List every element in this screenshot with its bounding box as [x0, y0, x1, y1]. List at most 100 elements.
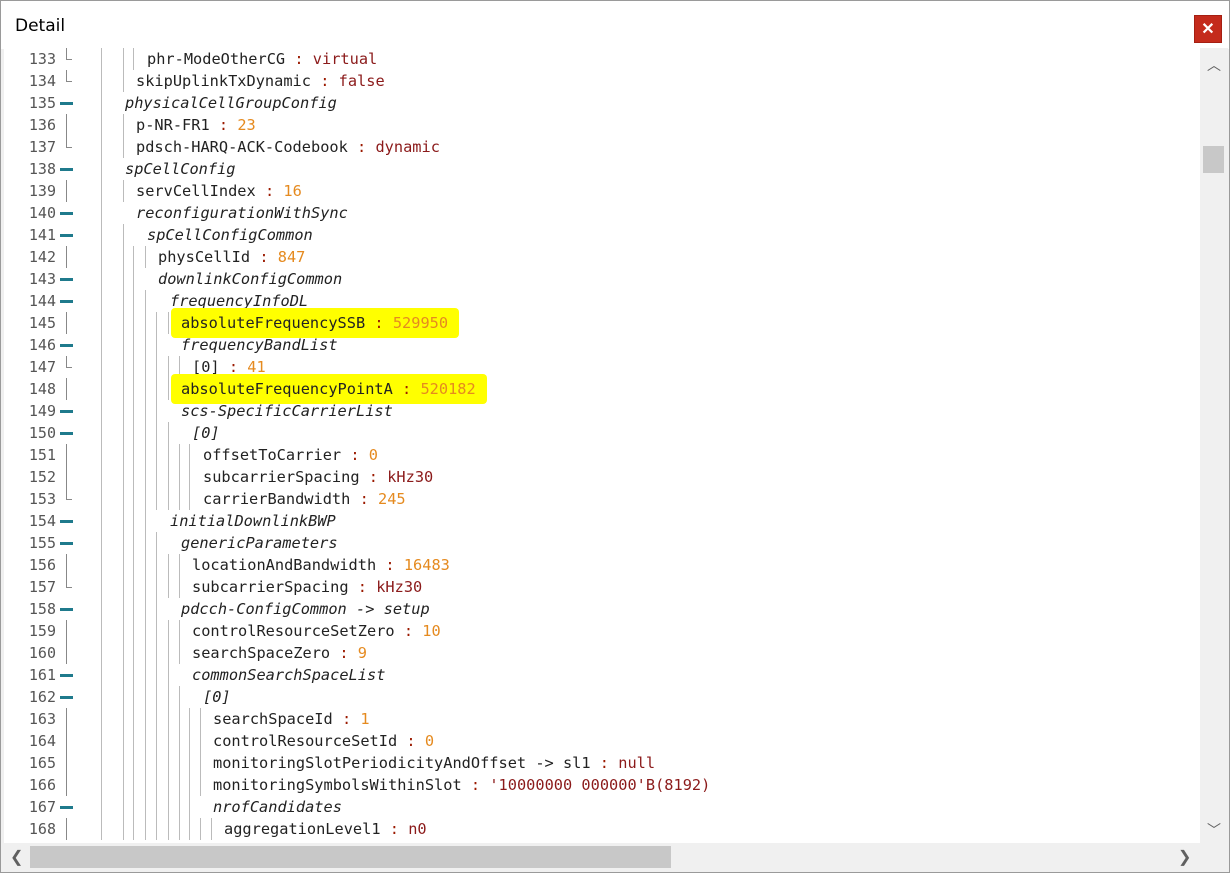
- indent-guide: [145, 686, 146, 708]
- fold-collapse-icon[interactable]: [59, 400, 75, 422]
- indent-guide: [101, 180, 102, 202]
- section-node[interactable]: [0]: [203, 688, 231, 706]
- fold-collapse-icon[interactable]: [59, 202, 75, 224]
- line-number: 138: [28, 160, 56, 178]
- vertical-scrollbar[interactable]: ︿ ﹀: [1200, 48, 1228, 843]
- fold-collapse-icon[interactable]: [59, 532, 75, 554]
- indent-guide: [123, 334, 124, 356]
- indent-guide: [145, 774, 146, 796]
- fold-collapse-icon[interactable]: [59, 598, 75, 620]
- indent-guide: [133, 620, 134, 642]
- line-number: 149: [28, 402, 56, 420]
- field-node[interactable]: absoluteFrequencySSB : 529950: [181, 314, 448, 332]
- indent-guide: [156, 356, 157, 378]
- line-number: 139: [28, 182, 56, 200]
- node-value: false: [338, 72, 385, 90]
- indent-guide: [133, 290, 134, 312]
- field-node[interactable]: monitoringSlotPeriodicityAndOffset -> sl…: [213, 754, 655, 772]
- indent-guide: [101, 48, 102, 70]
- field-node[interactable]: controlResourceSetZero : 10: [192, 622, 441, 640]
- section-node[interactable]: physicalCellGroupConfig: [125, 94, 337, 112]
- line-number: 145: [28, 314, 56, 332]
- field-node[interactable]: phr-ModeOtherCG : virtual: [147, 50, 377, 68]
- section-node[interactable]: reconfigurationWithSync: [136, 204, 348, 222]
- fold-collapse-icon[interactable]: [59, 664, 75, 686]
- field-node[interactable]: aggregationLevel1 : n0: [224, 820, 427, 838]
- field-node[interactable]: absoluteFrequencyPointA : 520182: [181, 380, 476, 398]
- scroll-down-arrow-icon[interactable]: ﹀: [1207, 820, 1221, 840]
- fold-collapse-icon[interactable]: [59, 334, 75, 356]
- field-node[interactable]: monitoringSymbolsWithinSlot : '10000000 …: [213, 776, 710, 794]
- section-node[interactable]: [0]: [192, 424, 220, 442]
- vertical-scroll-thumb[interactable]: [1203, 146, 1224, 173]
- field-node[interactable]: pdsch-HARQ-ACK-Codebook : dynamic: [136, 138, 440, 156]
- section-node[interactable]: nrofCandidates: [213, 798, 342, 816]
- fold-line-icon: [59, 180, 75, 202]
- line-number: 133: [28, 50, 56, 68]
- fold-collapse-icon[interactable]: [59, 268, 75, 290]
- field-node[interactable]: servCellIndex : 16: [136, 182, 302, 200]
- horizontal-scrollbar[interactable]: ❮ ❯: [4, 843, 1200, 871]
- field-node[interactable]: subcarrierSpacing : kHz30: [203, 468, 433, 486]
- section-node[interactable]: pdcch-ConfigCommon -> setup: [181, 600, 430, 618]
- section-node[interactable]: downlinkConfigCommon: [158, 270, 342, 288]
- section-node[interactable]: spCellConfig: [125, 160, 236, 178]
- field-node[interactable]: offsetToCarrier : 0: [203, 446, 378, 464]
- field-node[interactable]: searchSpaceId : 1: [213, 710, 370, 728]
- fold-collapse-icon[interactable]: [59, 422, 75, 444]
- close-button[interactable]: ✕: [1194, 15, 1222, 43]
- section-node[interactable]: scs-SpecificCarrierList: [181, 402, 393, 420]
- indent-guide: [101, 488, 102, 510]
- field-node[interactable]: controlResourceSetId : 0: [213, 732, 434, 750]
- section-node[interactable]: genericParameters: [181, 534, 338, 552]
- section-node[interactable]: initialDownlinkBWP: [170, 512, 336, 530]
- indent-guide: [133, 246, 134, 268]
- fold-collapse-icon[interactable]: [59, 796, 75, 818]
- fold-collapse-icon[interactable]: [59, 290, 75, 312]
- indent-guide: [133, 686, 134, 708]
- node-key: spCellConfigCommon: [147, 226, 313, 244]
- field-node[interactable]: subcarrierSpacing : kHz30: [192, 578, 422, 596]
- indent-guide: [156, 334, 157, 356]
- indent-guide: [133, 466, 134, 488]
- indent-guide: [145, 312, 146, 334]
- fold-line-icon: [59, 642, 75, 664]
- fold-line-icon: [59, 554, 75, 576]
- field-node[interactable]: carrierBandwidth : 245: [203, 490, 406, 508]
- scroll-left-arrow-icon[interactable]: ❮: [10, 847, 23, 867]
- fold-collapse-icon[interactable]: [59, 158, 75, 180]
- indent-guide: [133, 334, 134, 356]
- fold-line-icon: [59, 466, 75, 488]
- field-node[interactable]: physCellId : 847: [158, 248, 305, 266]
- code-viewer[interactable]: 133 phr-ModeOtherCG : virtual 134 skipUplin…: [4, 48, 1200, 843]
- node-key: offsetToCarrier: [203, 446, 342, 464]
- field-node[interactable]: skipUplinkTxDynamic : false: [136, 72, 385, 90]
- key-value-separator: :: [285, 50, 313, 68]
- section-node[interactable]: spCellConfigCommon: [147, 226, 313, 244]
- section-node[interactable]: commonSearchSpaceList: [192, 666, 385, 684]
- fold-collapse-icon[interactable]: [59, 686, 75, 708]
- indent-guide: [123, 620, 124, 642]
- fold-end-icon: [59, 136, 75, 158]
- field-node[interactable]: locationAndBandwidth : 16483: [192, 556, 450, 574]
- horizontal-scroll-thumb[interactable]: [30, 846, 671, 868]
- line-number: 153: [28, 490, 56, 508]
- indent-guide: [101, 642, 102, 664]
- indent-guide: [168, 774, 169, 796]
- indent-guide: [145, 334, 146, 356]
- code-line: 163 searchSpaceId : 1: [4, 708, 1200, 730]
- indent-guide: [156, 818, 157, 840]
- scroll-right-arrow-icon[interactable]: ❯: [1178, 847, 1191, 867]
- key-value-separator: :: [392, 380, 421, 398]
- section-node[interactable]: frequencyBandList: [181, 336, 338, 354]
- field-node[interactable]: searchSpaceZero : 9: [192, 644, 367, 662]
- line-number: 161: [28, 666, 56, 684]
- fold-collapse-icon[interactable]: [59, 510, 75, 532]
- field-node[interactable]: p-NR-FR1 : 23: [136, 116, 256, 134]
- indent-guide: [101, 400, 102, 422]
- fold-collapse-icon[interactable]: [59, 92, 75, 114]
- scroll-up-arrow-icon[interactable]: ︿: [1207, 55, 1221, 75]
- indent-guide: [133, 510, 134, 532]
- fold-collapse-icon[interactable]: [59, 224, 75, 246]
- code-line: 154 initialDownlinkBWP: [4, 510, 1200, 532]
